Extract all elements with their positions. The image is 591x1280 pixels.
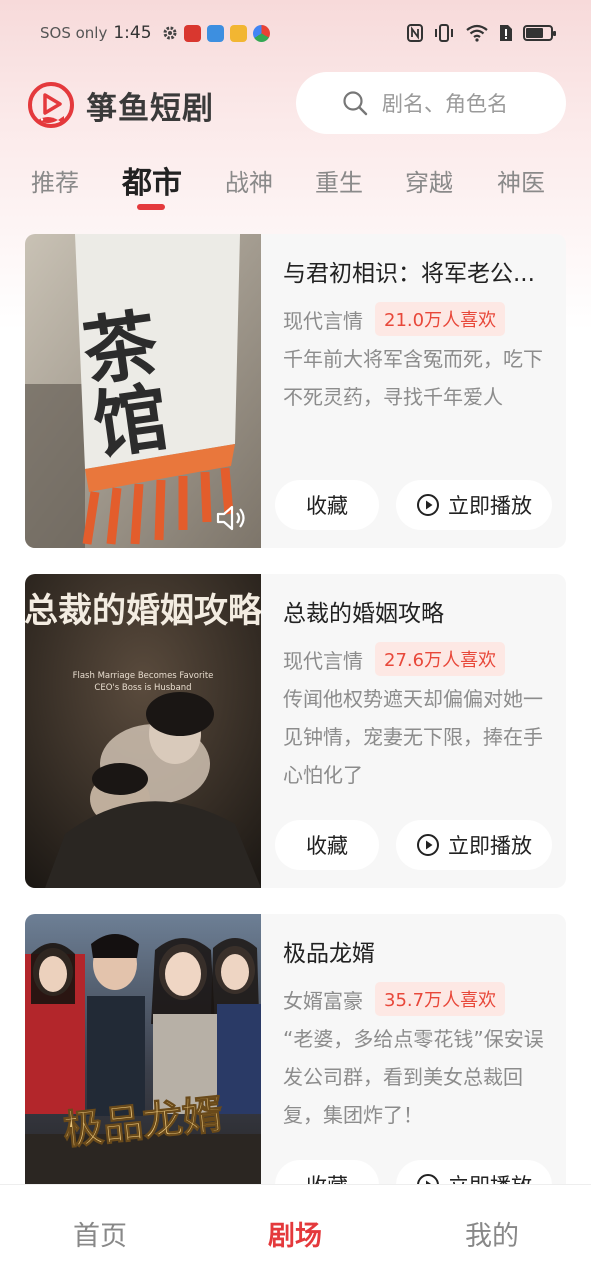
cover-image-ceo-marriage: 总裁的婚姻攻略 Flash Marriage Becomes Favorite … (25, 574, 261, 888)
cover-image-dragon-son-in-law: 极品龙婿 (25, 914, 261, 1184)
drama-description: 传闻他权势遮天却偏偏对她一见钟情，宠妻无下限，捧在手心怕化了 (283, 687, 543, 787)
category-tabs: 推荐 都市 战神 重生 穿越 神医 (0, 150, 591, 216)
active-tab-indicator (137, 204, 165, 210)
nav-home[interactable]: 首页 (40, 1185, 160, 1280)
favorite-label: 收藏 (306, 834, 348, 858)
search-bar[interactable]: 剧名、角色名 (296, 72, 566, 134)
search-icon (343, 91, 368, 116)
play-label: 立即播放 (448, 494, 532, 518)
drama-meta: 女婿富豪 35.7万人喜欢 (283, 982, 506, 1016)
sim-icon (500, 25, 512, 41)
drama-list[interactable]: 茶馆 与君初相识：将军老公... 现代言情 21.0万人喜欢 千年前大将军含冤而… (25, 234, 566, 1184)
search-placeholder: 剧名、角色名 (382, 92, 508, 116)
app-logo: 箏鱼短剧 (26, 80, 214, 130)
app-icon-yellow (229, 24, 247, 42)
nfc-icon (407, 24, 423, 42)
nav-theater[interactable]: 剧场 (235, 1185, 355, 1280)
drama-genre: 现代言情 (283, 308, 363, 333)
drama-info: 与君初相识：将军老公... 现代言情 21.0万人喜欢 千年前大将军含冤而死，吃… (275, 234, 553, 548)
favorite-button[interactable]: 收藏 (275, 820, 379, 870)
play-now-button[interactable]: 立即播放 (396, 1160, 552, 1184)
wifi-icon (466, 24, 488, 42)
drama-genre: 女婿富豪 (283, 988, 363, 1013)
gear-icon (163, 26, 177, 40)
app-name: 箏鱼短剧 (86, 90, 214, 127)
play-now-button[interactable]: 立即播放 (396, 480, 552, 530)
battery-icon (523, 25, 556, 41)
tab-divine-doctor[interactable]: 神医 (486, 150, 556, 210)
app-icon-multicolor (252, 24, 270, 42)
play-label: 立即播放 (448, 834, 532, 858)
drama-meta: 现代言情 21.0万人喜欢 (283, 302, 506, 336)
drama-description: 千年前大将军含冤而死，吃下不死灵药，寻找千年爱人 (283, 347, 543, 409)
drama-cover[interactable]: 极品龙婿 (25, 914, 261, 1184)
clock: 1:45 (113, 23, 152, 43)
play-icon (417, 1174, 439, 1184)
likes-badge: 27.6万人喜欢 (375, 642, 506, 676)
tab-war-god[interactable]: 战神 (214, 150, 284, 210)
vibrate-icon (435, 24, 453, 42)
app-icon-red (183, 24, 201, 42)
cover-subtitle-line1: Flash Marriage Becomes Favorite (73, 671, 214, 681)
drama-info: 极品龙婿 女婿富豪 35.7万人喜欢 “老婆，多给点零花钱”保安误发公司群，看到… (275, 914, 553, 1184)
nav-profile[interactable]: 我的 (432, 1185, 552, 1280)
bottom-nav: 首页 剧场 我的 (0, 1184, 591, 1280)
drama-genre: 现代言情 (283, 648, 363, 673)
drama-title[interactable]: 与君初相识：将军老公... (283, 254, 553, 288)
favorite-button[interactable]: 收藏 (275, 480, 379, 530)
cover-title: 总裁的婚姻攻略 (25, 591, 261, 631)
play-label: 立即播放 (448, 1170, 532, 1184)
drama-cover[interactable]: 茶馆 (25, 234, 261, 548)
play-now-button[interactable]: 立即播放 (396, 820, 552, 870)
drama-card[interactable]: 总裁的婚姻攻略 Flash Marriage Becomes Favorite … (25, 574, 566, 888)
tab-time-travel[interactable]: 穿越 (394, 150, 464, 210)
tab-city[interactable]: 都市 (110, 150, 194, 210)
likes-badge: 21.0万人喜欢 (375, 302, 506, 336)
drama-meta: 现代言情 27.6万人喜欢 (283, 642, 506, 676)
app-icon-blue (206, 24, 224, 42)
app-header: 箏鱼短剧 剧名、角色名 (0, 68, 591, 138)
play-icon (417, 834, 439, 856)
drama-info: 总裁的婚姻攻略 现代言情 27.6万人喜欢 传闻他权势遮天却偏偏对她一见钟情，宠… (275, 574, 553, 888)
favorite-label: 收藏 (306, 1170, 348, 1184)
likes-badge: 35.7万人喜欢 (375, 982, 506, 1016)
cover-image-teahouse-banner: 茶馆 (25, 234, 261, 548)
favorite-label: 收藏 (306, 494, 348, 518)
tab-recommend[interactable]: 推荐 (20, 150, 90, 210)
drama-title[interactable]: 总裁的婚姻攻略 (283, 594, 553, 628)
cover-subtitle-line2: CEO's Boss is Husband (94, 683, 191, 693)
drama-description: “老婆，多给点零花钱”保安误发公司群，看到美女总裁回复，集团炸了！ (283, 1027, 544, 1127)
drama-card[interactable]: 极品龙婿 极品龙婿 女婿富豪 35.7万人喜欢 “老婆，多给点零花钱”保安误发公… (25, 914, 566, 1184)
status-bar: SOS only 1:45 (0, 0, 591, 66)
play-icon (417, 494, 439, 516)
tab-rebirth[interactable]: 重生 (304, 150, 374, 210)
drama-cover[interactable]: 总裁的婚姻攻略 Flash Marriage Becomes Favorite … (25, 574, 261, 888)
sound-icon[interactable] (215, 504, 247, 532)
drama-title[interactable]: 极品龙婿 (283, 934, 553, 968)
drama-card[interactable]: 茶馆 与君初相识：将军老公... 现代言情 21.0万人喜欢 千年前大将军含冤而… (25, 234, 566, 548)
carrier-text: SOS only (40, 24, 108, 42)
favorite-button[interactable]: 收藏 (275, 1160, 379, 1184)
logo-icon (28, 82, 74, 128)
